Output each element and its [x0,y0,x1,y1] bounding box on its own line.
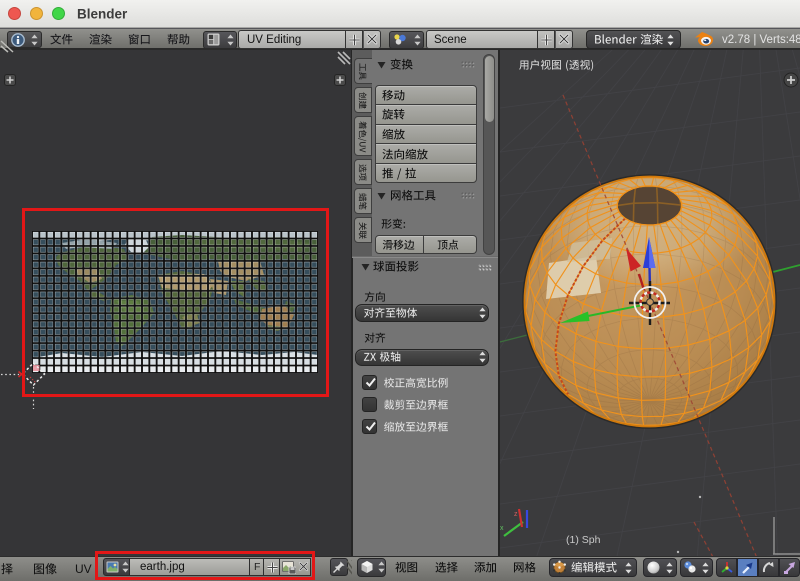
svg-text:z: z [514,511,518,518]
svg-text:x: x [500,525,504,532]
